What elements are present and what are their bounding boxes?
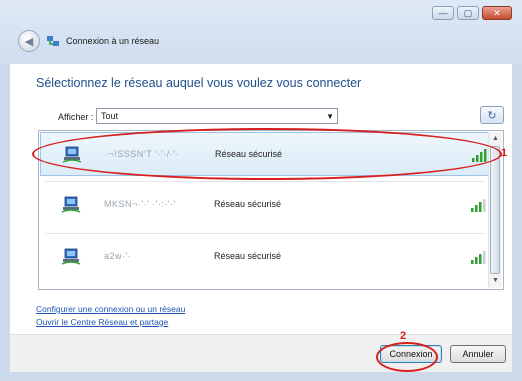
scroll-up-icon[interactable]: ▲ xyxy=(489,133,502,145)
filter-label: Afficher : xyxy=(58,112,94,122)
maximize-button[interactable]: ▢ xyxy=(457,6,479,20)
annotation-ellipse-network xyxy=(32,128,502,180)
window-frame-right xyxy=(512,64,522,381)
network-status: Réseau sécurisé xyxy=(214,199,282,209)
network-name: a2w·'· xyxy=(104,251,132,261)
signal-strength-icon xyxy=(471,199,486,212)
refresh-icon: ↻ xyxy=(487,109,497,122)
chevron-down-icon: ▼ xyxy=(326,112,334,121)
close-button[interactable]: ✕ xyxy=(482,6,512,20)
wireless-network-icon xyxy=(61,196,81,213)
network-status: Réseau sécurisé xyxy=(214,251,282,261)
scroll-thumb[interactable] xyxy=(490,146,500,274)
annotation-label-2: 2 xyxy=(400,330,407,342)
minimize-button[interactable]: — xyxy=(432,6,454,20)
scroll-down-icon[interactable]: ▼ xyxy=(489,275,502,287)
dialog-content: Sélectionnez le réseau auquel vous voule… xyxy=(10,64,512,334)
network-center-link[interactable]: Ouvrir le Centre Réseau et partage xyxy=(36,317,168,327)
annotation-ellipse-connect xyxy=(376,342,438,372)
wireless-network-icon xyxy=(61,248,81,265)
signal-strength-icon xyxy=(471,251,486,264)
network-item-3[interactable]: a2w·'· Réseau sécurisé xyxy=(40,235,491,279)
refresh-button[interactable]: ↻ xyxy=(480,106,504,124)
back-arrow-icon: ◀ xyxy=(24,35,34,48)
network-item-2[interactable]: MKSN¬·'·' ·'·:·'·' Réseau sécurisé xyxy=(40,183,491,227)
page-title: Sélectionnez le réseau auquel vous voule… xyxy=(36,76,362,90)
list-divider xyxy=(45,233,485,234)
list-divider xyxy=(45,181,485,182)
filter-select[interactable]: Tout ▼ xyxy=(96,108,338,124)
filter-value: Tout xyxy=(101,111,119,121)
network-name: MKSN¬·'·' ·'·:·'·' xyxy=(104,199,176,209)
network-icon xyxy=(47,36,59,46)
window-frame-left xyxy=(0,64,10,381)
window-frame-bottom xyxy=(0,371,522,381)
annotation-label-1: 1 xyxy=(501,147,508,159)
window-title: Connexion à un réseau xyxy=(66,36,160,46)
window-controls: — ▢ ✕ xyxy=(432,6,512,20)
setup-connection-link[interactable]: Configurer une connexion ou un réseau xyxy=(36,304,185,314)
back-button[interactable]: ◀ xyxy=(18,30,40,52)
cancel-button[interactable]: Annuler xyxy=(450,345,506,363)
